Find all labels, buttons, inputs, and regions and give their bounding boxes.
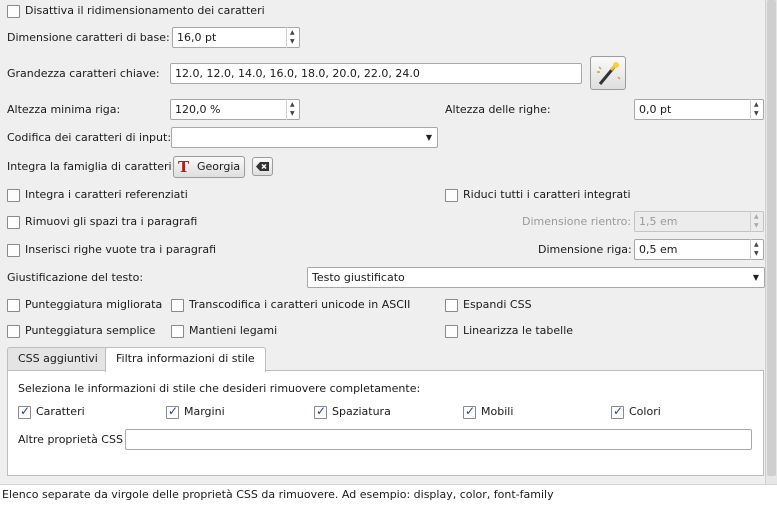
unsmarten-punct-label: Punteggiatura semplice bbox=[25, 324, 156, 337]
clear-font-button[interactable] bbox=[252, 157, 273, 176]
smarten-punct-label: Punteggiatura migliorata bbox=[25, 298, 163, 311]
spin-up-icon[interactable]: ▲ bbox=[754, 102, 759, 108]
min-row-label: Altezza minima riga: bbox=[7, 103, 121, 116]
row-height-label: Altezza delle righe: bbox=[445, 103, 551, 116]
smarten-punct-checkbox[interactable] bbox=[7, 299, 20, 312]
disable-resize-checkbox[interactable] bbox=[7, 5, 20, 18]
help-text: Elenco separate da virgole delle proprie… bbox=[2, 488, 554, 501]
expand-css-checkbox[interactable] bbox=[445, 299, 458, 312]
linearize-tables-checkbox[interactable] bbox=[445, 325, 458, 338]
spin-down-icon[interactable]: ▼ bbox=[754, 111, 759, 117]
filter-style-tab-panel: Seleziona le informazioni di stile che d… bbox=[7, 370, 764, 476]
min-row-value: 120,0 % bbox=[175, 103, 221, 116]
filter-fonts-label: Caratteri bbox=[36, 405, 85, 418]
font-size-wizard-button[interactable] bbox=[590, 56, 626, 90]
row-height-value: 0,0 pt bbox=[639, 103, 672, 116]
dropdown-arrow-icon[interactable]: ▼ bbox=[426, 128, 432, 147]
scrollbar-thumb[interactable] bbox=[767, 0, 776, 476]
tab-extra-css[interactable]: CSS aggiuntivi bbox=[7, 347, 109, 371]
remove-spacing-label: Rimuovi gli spazi tra i paragrafi bbox=[25, 215, 198, 228]
font-family-button[interactable]: T Georgia bbox=[173, 156, 245, 178]
filter-colors-label: Colori bbox=[629, 405, 661, 418]
filter-floats-checkbox[interactable] bbox=[463, 404, 476, 419]
indent-size-spinbox[interactable]: 1,5 em bbox=[634, 211, 764, 232]
dropdown-arrow-icon[interactable]: ▼ bbox=[753, 268, 759, 287]
line-size-stepper[interactable]: ▲ ▼ bbox=[750, 239, 763, 260]
line-size-spinbox[interactable]: 0,5 em bbox=[634, 239, 764, 260]
spin-down-icon[interactable]: ▼ bbox=[754, 251, 759, 257]
tab-filter-style[interactable]: Filtra informazioni di stile bbox=[105, 347, 266, 372]
input-encoding-combobox[interactable]: ▼ bbox=[171, 127, 438, 148]
unsmarten-punct-checkbox[interactable] bbox=[7, 325, 20, 338]
base-font-spinbox[interactable]: 16,0 pt bbox=[172, 27, 300, 48]
expand-css-label: Espandi CSS bbox=[463, 298, 532, 311]
subset-fonts-label: Riduci tutti i caratteri integrati bbox=[463, 188, 631, 201]
keep-ligatures-label: Mantieni legami bbox=[189, 324, 278, 337]
spin-up-icon[interactable]: ▲ bbox=[290, 102, 295, 108]
spin-down-icon[interactable]: ▼ bbox=[290, 39, 295, 45]
filter-padding-label: Spaziatura bbox=[332, 405, 391, 418]
justification-value: Testo giustificato bbox=[312, 271, 405, 284]
magic-wand-icon bbox=[597, 62, 621, 85]
base-font-value: 16,0 pt bbox=[177, 31, 217, 44]
other-css-input[interactable] bbox=[125, 429, 752, 450]
base-font-stepper[interactable]: ▲ ▼ bbox=[286, 27, 299, 48]
insert-blank-label: Inserisci righe vuote tra i paragrafi bbox=[25, 243, 216, 256]
filter-margins-checkbox[interactable] bbox=[166, 404, 179, 419]
spin-down-icon[interactable]: ▼ bbox=[754, 223, 759, 229]
help-status-bar: Elenco separate da virgole delle proprie… bbox=[0, 484, 777, 530]
spin-up-icon[interactable]: ▲ bbox=[290, 30, 295, 36]
subset-fonts-checkbox[interactable] bbox=[445, 189, 458, 202]
line-size-value: 0,5 em bbox=[639, 243, 678, 256]
clear-icon bbox=[256, 162, 269, 171]
min-row-stepper[interactable]: ▲ ▼ bbox=[286, 99, 299, 120]
justification-label: Giustificazione del testo: bbox=[7, 271, 144, 284]
disable-resize-label: Disattiva il ridimensionamento dei carat… bbox=[25, 4, 265, 17]
filter-fonts-checkbox[interactable] bbox=[18, 404, 31, 419]
filter-margins-label: Margini bbox=[184, 405, 225, 418]
transliterate-label: Transcodifica i caratteri unicode in ASC… bbox=[189, 298, 411, 311]
min-row-spinbox[interactable]: 120,0 % bbox=[170, 99, 300, 120]
justification-combobox[interactable]: Testo giustificato ▼ bbox=[307, 267, 765, 288]
spin-up-icon[interactable]: ▲ bbox=[754, 214, 759, 220]
base-font-label: Dimensione caratteri di base: bbox=[7, 31, 170, 44]
spin-up-icon[interactable]: ▲ bbox=[754, 242, 759, 248]
linearize-tables-label: Linearizza le tabelle bbox=[463, 324, 574, 337]
input-encoding-label: Codifica dei caratteri di input: bbox=[7, 131, 172, 144]
font-icon: T bbox=[178, 158, 190, 176]
embed-referenced-label: Integra i caratteri referenziati bbox=[25, 188, 188, 201]
indent-size-label: Dimensione rientro: bbox=[522, 215, 632, 228]
row-height-stepper[interactable]: ▲ ▼ bbox=[750, 99, 763, 120]
insert-blank-checkbox[interactable] bbox=[7, 244, 20, 257]
filter-heading: Seleziona le informazioni di stile che d… bbox=[18, 382, 421, 395]
key-sizes-input[interactable]: 12.0, 12.0, 14.0, 16.0, 18.0, 20.0, 22.0… bbox=[170, 63, 582, 84]
embed-referenced-checkbox[interactable] bbox=[7, 189, 20, 202]
filter-colors-checkbox[interactable] bbox=[611, 404, 624, 419]
indent-size-stepper[interactable]: ▲ ▼ bbox=[750, 211, 763, 232]
filter-floats-label: Mobili bbox=[481, 405, 514, 418]
remove-spacing-checkbox[interactable] bbox=[7, 216, 20, 229]
spin-down-icon[interactable]: ▼ bbox=[290, 111, 295, 117]
key-sizes-value: 12.0, 12.0, 14.0, 16.0, 18.0, 20.0, 22.0… bbox=[175, 67, 420, 80]
key-sizes-label: Grandezza caratteri chiave: bbox=[7, 67, 160, 80]
embed-family-label: Integra la famiglia di caratteri: bbox=[7, 160, 176, 173]
keep-ligatures-checkbox[interactable] bbox=[171, 325, 184, 338]
filter-padding-checkbox[interactable] bbox=[314, 404, 327, 419]
indent-size-value: 1,5 em bbox=[639, 215, 678, 228]
look-and-feel-panel: Disattiva il ridimensionamento dei carat… bbox=[0, 0, 777, 484]
transliterate-checkbox[interactable] bbox=[171, 299, 184, 312]
font-family-value: Georgia bbox=[197, 160, 241, 173]
vertical-scrollbar[interactable] bbox=[765, 0, 777, 484]
line-size-label: Dimensione riga: bbox=[538, 243, 632, 256]
other-css-label: Altre proprietà CSS bbox=[18, 433, 123, 446]
row-height-spinbox[interactable]: 0,0 pt bbox=[634, 99, 764, 120]
